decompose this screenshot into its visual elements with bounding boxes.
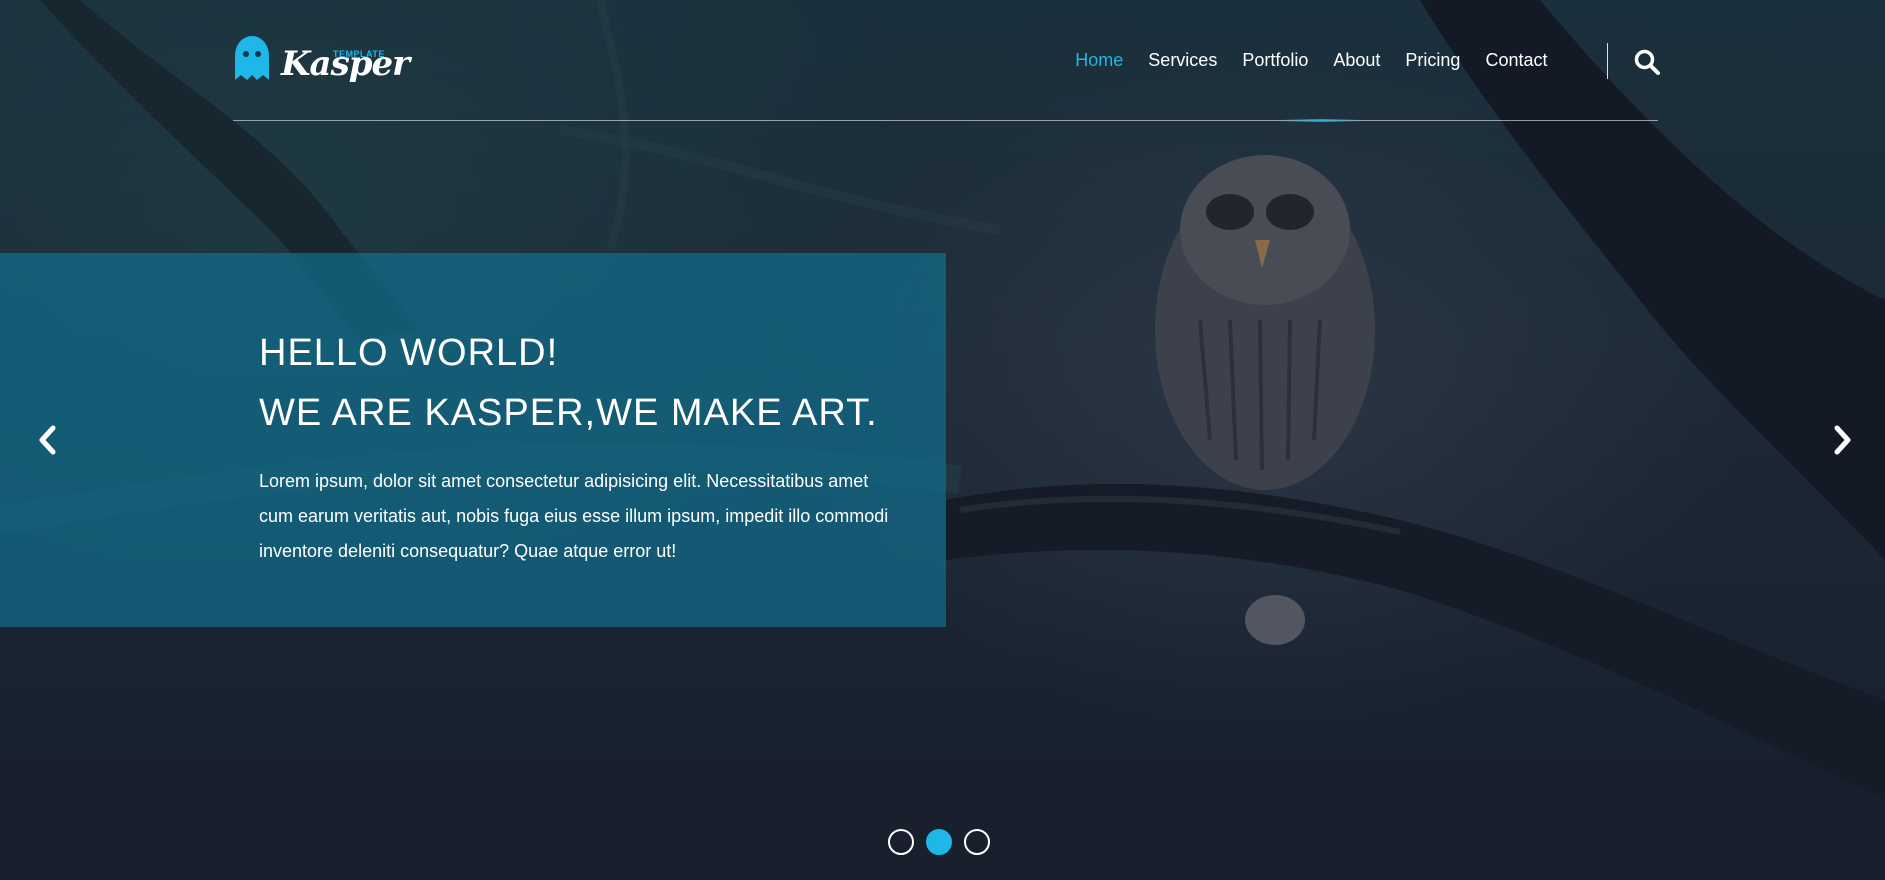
hero-headline: HELLO WORLD! WE ARE KASPER,WE MAKE ART.	[259, 323, 878, 443]
hero-description: Lorem ipsum, dolor sit amet consectetur …	[259, 471, 889, 561]
hero-section: Kasper TEMPLATE Home Services Portfolio …	[0, 0, 1885, 880]
nav-divider	[1607, 43, 1608, 79]
ghost-icon	[235, 36, 269, 80]
chevron-right-icon[interactable]	[1830, 425, 1854, 455]
hero-text-box: HELLO WORLD! WE ARE KASPER,WE MAKE ART. …	[0, 253, 946, 627]
main-nav: Home Services Portfolio About Pricing Co…	[1063, 48, 1560, 72]
slider-bullets	[888, 829, 990, 855]
nav-item-about[interactable]: About	[1321, 48, 1393, 72]
header-active-underline	[1281, 119, 1361, 122]
site-header: Kasper TEMPLATE Home Services Portfolio …	[233, 28, 1661, 122]
nav-item-services[interactable]: Services	[1136, 48, 1230, 72]
slider-bullet-1[interactable]	[888, 829, 914, 855]
brand-tagline: TEMPLATE	[333, 49, 385, 59]
nav-item-home[interactable]: Home	[1063, 48, 1136, 72]
nav-item-pricing[interactable]: Pricing	[1393, 48, 1473, 72]
nav-item-portfolio[interactable]: Portfolio	[1230, 48, 1321, 72]
hero-headline-line2: WE ARE KASPER,WE MAKE ART.	[259, 392, 878, 434]
chevron-left-icon[interactable]	[36, 425, 60, 455]
hero-headline-line1: HELLO WORLD!	[259, 332, 559, 374]
brand-logo[interactable]: Kasper TEMPLATE	[233, 32, 410, 88]
slider-bullet-2[interactable]	[926, 829, 952, 855]
search-icon[interactable]	[1633, 48, 1661, 76]
slider-bullet-3[interactable]	[964, 829, 990, 855]
nav-item-contact[interactable]: Contact	[1473, 48, 1560, 72]
